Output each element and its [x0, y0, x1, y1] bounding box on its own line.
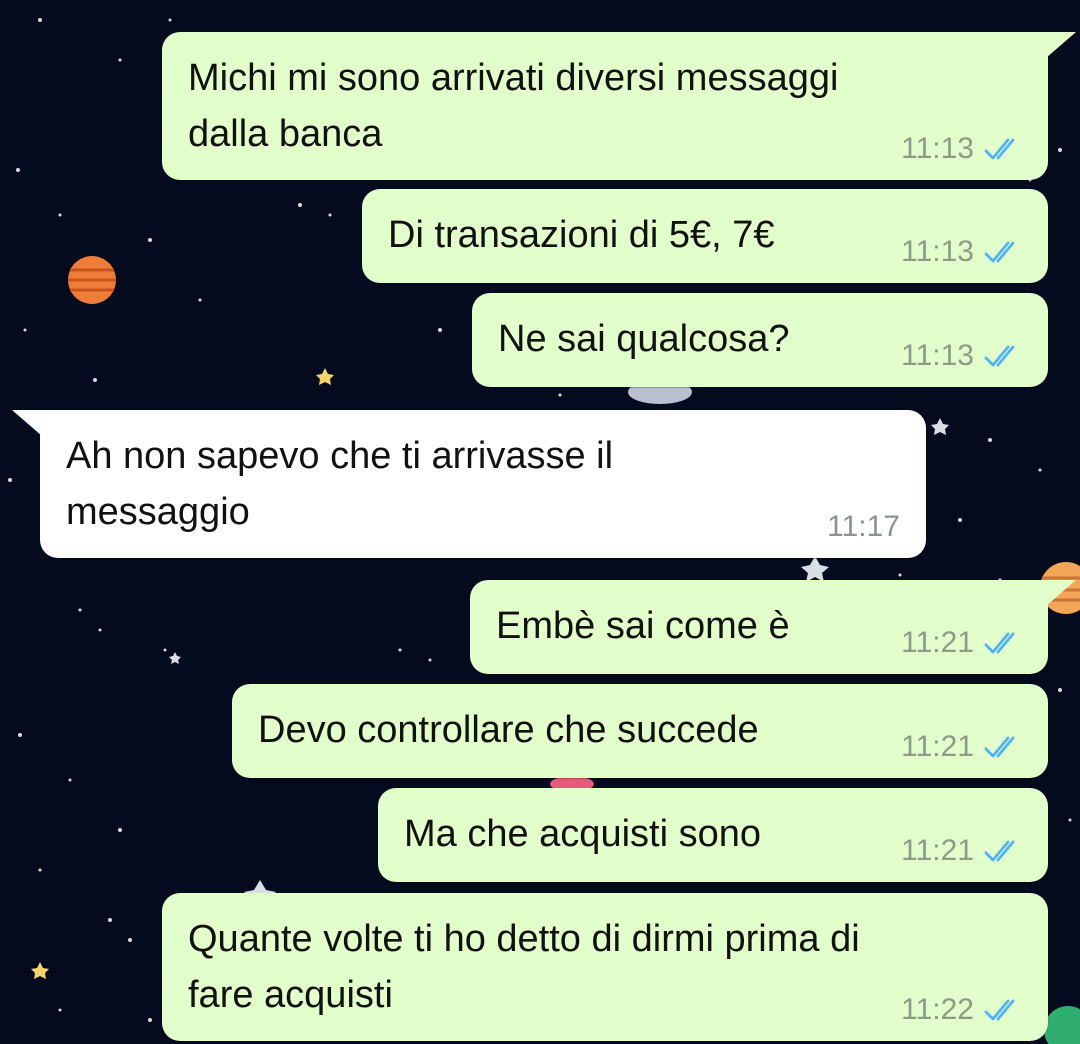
- message-meta: 11:21: [901, 730, 1022, 764]
- message-meta: 11:13: [901, 339, 1022, 373]
- message-time: 11:22: [901, 993, 974, 1026]
- planet-left: [68, 256, 116, 304]
- message-bubble-outgoing[interactable]: Di transazioni di 5€, 7€ 11:13: [362, 189, 1048, 283]
- message-bubble-outgoing[interactable]: Devo controllare che succede 11:21: [232, 684, 1048, 778]
- message-meta: 11:13: [901, 132, 1022, 166]
- message-bubble-outgoing[interactable]: Ma che acquisti sono 11:21: [378, 788, 1048, 882]
- message-bubble-outgoing[interactable]: Quante volte ti ho detto di dirmi prima …: [162, 893, 1048, 1041]
- message-time: 11:13: [901, 235, 974, 268]
- message-meta: 11:21: [901, 626, 1022, 660]
- read-double-tick-icon: [984, 840, 1015, 862]
- message-text: Michi mi sono arrivati diversi messaggi …: [188, 57, 839, 155]
- read-double-tick-icon: [984, 241, 1015, 263]
- message-meta: 11:21: [901, 834, 1022, 868]
- read-double-tick-icon: [984, 345, 1015, 367]
- message-meta: 11:13: [901, 235, 1022, 269]
- message-time: 11:21: [901, 730, 974, 763]
- message-time: 11:21: [901, 834, 974, 867]
- message-bubble-incoming[interactable]: Ah non sapevo che ti arrivasse il messag…: [12, 410, 926, 558]
- read-double-tick-icon: [984, 736, 1015, 758]
- message-meta: 11:22: [901, 993, 1022, 1027]
- message-time: 11:17: [827, 510, 900, 543]
- message-time: 11:13: [901, 339, 974, 372]
- message-bubble-outgoing[interactable]: Michi mi sono arrivati diversi messaggi …: [162, 32, 1076, 180]
- read-double-tick-icon: [984, 138, 1015, 160]
- message-text: Ah non sapevo che ti arrivasse il messag…: [66, 435, 614, 533]
- message-time: 11:13: [901, 132, 974, 165]
- read-double-tick-icon: [984, 632, 1015, 654]
- message-text: Quante volte ti ho detto di dirmi prima …: [188, 918, 860, 1016]
- message-meta: 11:17: [827, 510, 900, 544]
- message-bubble-outgoing[interactable]: Ne sai qualcosa? 11:13: [472, 293, 1048, 387]
- message-bubble-outgoing[interactable]: Embè sai come è 11:21: [470, 580, 1076, 674]
- message-time: 11:21: [901, 626, 974, 659]
- read-double-tick-icon: [984, 999, 1015, 1021]
